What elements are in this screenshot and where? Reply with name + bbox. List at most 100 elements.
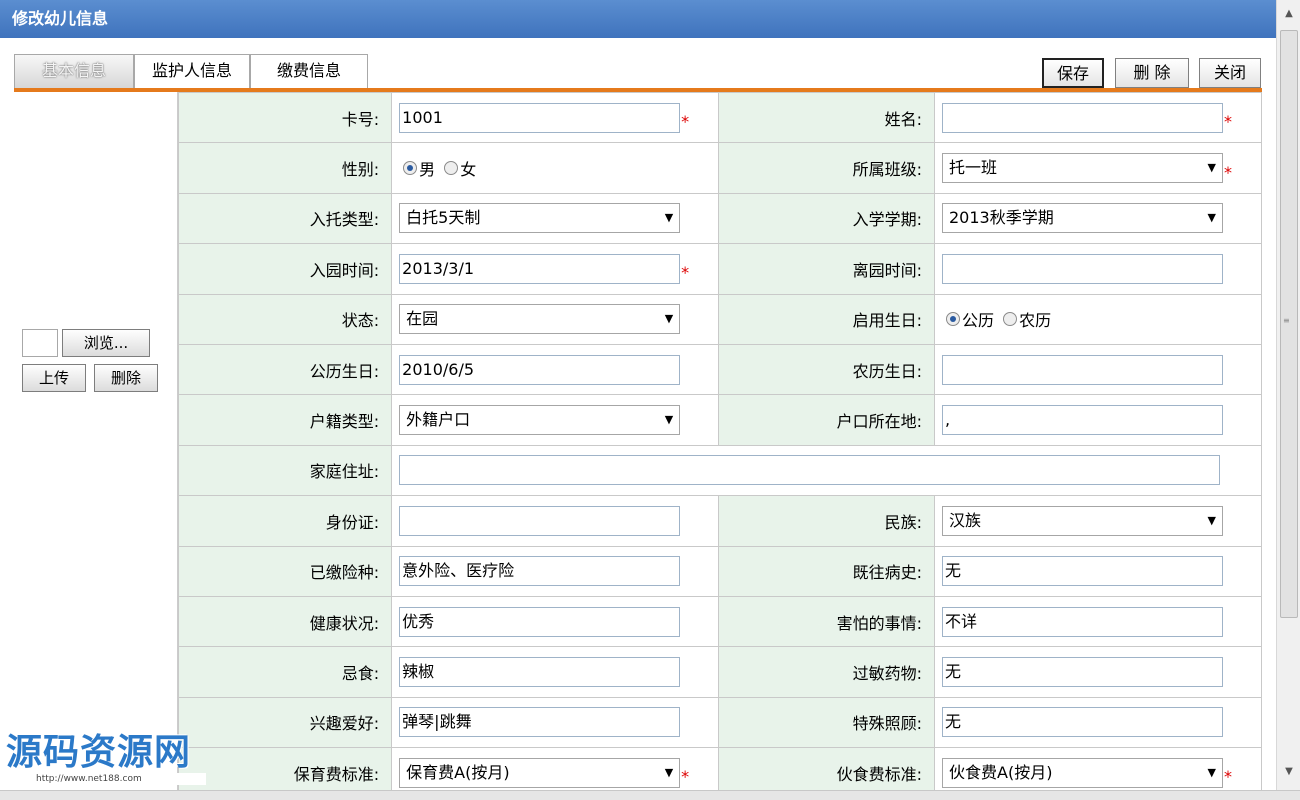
- form-row: 入托类型: 白托5天制 ▼ 入学学期: 2013秋季学期 ▼: [177, 192, 1262, 245]
- class-select-value: 托一班: [949, 158, 998, 178]
- required-mark: *: [681, 263, 690, 283]
- vertical-scrollbar[interactable]: ▲ ≡ ▼: [1276, 0, 1300, 790]
- solar-birthday-label: 公历生日:: [177, 343, 393, 396]
- medical-history-input[interactable]: 无: [942, 556, 1223, 587]
- form-row: 性别: 男 女 所属班级: 托一班 ▼ *: [177, 142, 1262, 194]
- photo-file-input[interactable]: [22, 329, 58, 357]
- tab-basic-info[interactable]: 基本信息: [14, 54, 134, 88]
- term-label: 入学学期:: [718, 192, 935, 245]
- class-select[interactable]: 托一班 ▼: [942, 153, 1223, 184]
- ethnicity-label: 民族:: [718, 495, 935, 547]
- chevron-down-icon: ▼: [1207, 161, 1216, 175]
- leave-date-input[interactable]: [942, 253, 1223, 284]
- ethnicity-select-value: 汉族: [949, 510, 982, 530]
- lunar-birthday-input[interactable]: [942, 354, 1223, 385]
- gender-label: 性别:: [177, 142, 393, 194]
- form-row: 户籍类型: 外籍户口 ▼ 户口所在地: ,: [177, 394, 1262, 446]
- chevron-down-icon: ▼: [664, 211, 674, 225]
- required-mark: *: [1224, 162, 1232, 182]
- form-row: 兴趣爱好: 弹琴|跳舞 特殊照顾: 无: [177, 696, 1262, 749]
- close-button[interactable]: 关闭: [1199, 58, 1261, 88]
- ethnicity-select[interactable]: 汉族 ▼: [942, 505, 1223, 536]
- hukou-type-label: 户籍类型:: [177, 394, 393, 446]
- hukou-place-input[interactable]: ,: [942, 405, 1223, 436]
- browse-button[interactable]: 浏览...: [62, 329, 150, 357]
- solar-birthday-input[interactable]: 2010/6/5: [399, 354, 681, 385]
- enroll-date-input[interactable]: 2013/3/1: [399, 253, 681, 284]
- care-type-label: 入托类型:: [177, 192, 393, 245]
- chevron-down-icon: ▼: [1207, 765, 1216, 779]
- medical-history-label: 既往病史:: [718, 545, 935, 597]
- insurance-input[interactable]: 意外险、医疗险: [399, 556, 681, 587]
- form-row: 卡号: 1001 * 姓名: *: [177, 91, 1262, 144]
- status-label: 状态:: [177, 293, 393, 345]
- form-row: 已缴险种: 意外险、医疗险 既往病史: 无: [177, 545, 1262, 597]
- status-select[interactable]: 在园 ▼: [399, 304, 681, 335]
- save-button[interactable]: 保存: [1042, 58, 1104, 88]
- upload-button[interactable]: 上传: [22, 364, 86, 392]
- child-info-form: 卡号: 1001 * 姓名: * 性别: 男 女 所属班级: 托一班 ▼ * 入托类型…: [177, 91, 1262, 799]
- delete-button[interactable]: 删 除: [1115, 58, 1189, 88]
- leave-date-label: 离园时间:: [718, 243, 935, 295]
- bottom-strip: [0, 790, 1300, 800]
- photo-delete-button[interactable]: 删除: [94, 364, 158, 392]
- enroll-date-label: 入园时间:: [177, 243, 393, 295]
- watermark: 源码资源网 http://www.net188.com: [6, 733, 206, 791]
- gender-male-label: 男: [419, 160, 436, 180]
- id-card-input[interactable]: [399, 505, 681, 536]
- chevron-down-icon: ▼: [664, 312, 674, 326]
- card-no-input[interactable]: 1001: [399, 102, 681, 133]
- name-input[interactable]: [942, 102, 1223, 133]
- form-row: 状态: 在园 ▼ 启用生日: 公历 农历: [177, 293, 1262, 345]
- form-row: 入园时间: 2013/3/1 * 离园时间:: [177, 243, 1262, 295]
- watermark-url: http://www.net188.com: [6, 773, 206, 785]
- meal-fee-select[interactable]: 伙食费A(按月) ▼: [942, 757, 1223, 788]
- name-label: 姓名:: [718, 91, 935, 144]
- address-input[interactable]: [399, 455, 1221, 486]
- form-row: 公历生日: 2010/6/5 农历生日:: [177, 343, 1262, 396]
- watermark-title: 源码资源网: [6, 732, 192, 773]
- form-row: 忌食: 辣椒 过敏药物: 无: [177, 646, 1262, 698]
- birthday-lunar-radio[interactable]: [1003, 312, 1018, 327]
- birthday-solar-radio[interactable]: [946, 312, 960, 327]
- allergy-input[interactable]: 无: [942, 656, 1223, 687]
- scroll-up-icon[interactable]: ▲: [1281, 6, 1297, 22]
- nursery-fee-select[interactable]: 保育费A(按月) ▼: [399, 757, 681, 788]
- fears-input[interactable]: 不详: [942, 606, 1223, 637]
- tab-guardian-info[interactable]: 监护人信息: [134, 54, 250, 88]
- chevron-down-icon: ▼: [664, 765, 674, 779]
- birthday-lunar-label: 农历: [1019, 311, 1052, 331]
- term-select[interactable]: 2013秋季学期 ▼: [942, 203, 1223, 234]
- hobbies-input[interactable]: 弹琴|跳舞: [399, 707, 681, 738]
- form-row: 身份证: 民族: 汉族 ▼: [177, 495, 1262, 547]
- form-row: 家庭住址:: [177, 444, 1262, 497]
- scroll-down-icon[interactable]: ▼: [1281, 764, 1297, 780]
- chevron-down-icon: ▼: [1207, 211, 1216, 225]
- form-row: 健康状况: 优秀 害怕的事情: 不详: [177, 595, 1262, 648]
- health-label: 健康状况:: [177, 595, 393, 648]
- scrollbar-grip-icon: ≡: [1283, 316, 1290, 325]
- care-type-select[interactable]: 白托5天制 ▼: [399, 203, 681, 234]
- diet-restriction-label: 忌食:: [177, 646, 393, 698]
- chevron-down-icon: ▼: [1207, 513, 1216, 527]
- diet-restriction-input[interactable]: 辣椒: [399, 656, 681, 687]
- birthday-solar-label: 公历: [962, 311, 995, 331]
- status-select-value: 在园: [406, 309, 439, 329]
- special-care-label: 特殊照顾:: [718, 696, 935, 749]
- gender-male-radio[interactable]: [403, 161, 418, 176]
- nursery-fee-select-value: 保育费A(按月): [406, 762, 510, 782]
- meal-fee-select-value: 伙食费A(按月): [949, 762, 1053, 782]
- hukou-place-label: 户口所在地:: [718, 394, 935, 446]
- birthday-type-label: 启用生日:: [718, 293, 935, 345]
- photo-panel: 浏览... 上传 删除: [14, 92, 178, 790]
- gender-female-radio[interactable]: [444, 161, 459, 176]
- special-care-input[interactable]: 无: [942, 707, 1223, 738]
- hukou-type-select[interactable]: 外籍户口 ▼: [399, 405, 681, 436]
- lunar-birthday-label: 农历生日:: [718, 343, 935, 396]
- health-input[interactable]: 优秀: [399, 606, 681, 637]
- required-mark: *: [1224, 112, 1232, 132]
- tab-payment-info[interactable]: 缴费信息: [250, 54, 368, 88]
- chevron-down-icon: ▼: [664, 413, 674, 427]
- gender-female-label: 女: [460, 160, 477, 180]
- window-title: 修改幼儿信息: [0, 0, 1276, 38]
